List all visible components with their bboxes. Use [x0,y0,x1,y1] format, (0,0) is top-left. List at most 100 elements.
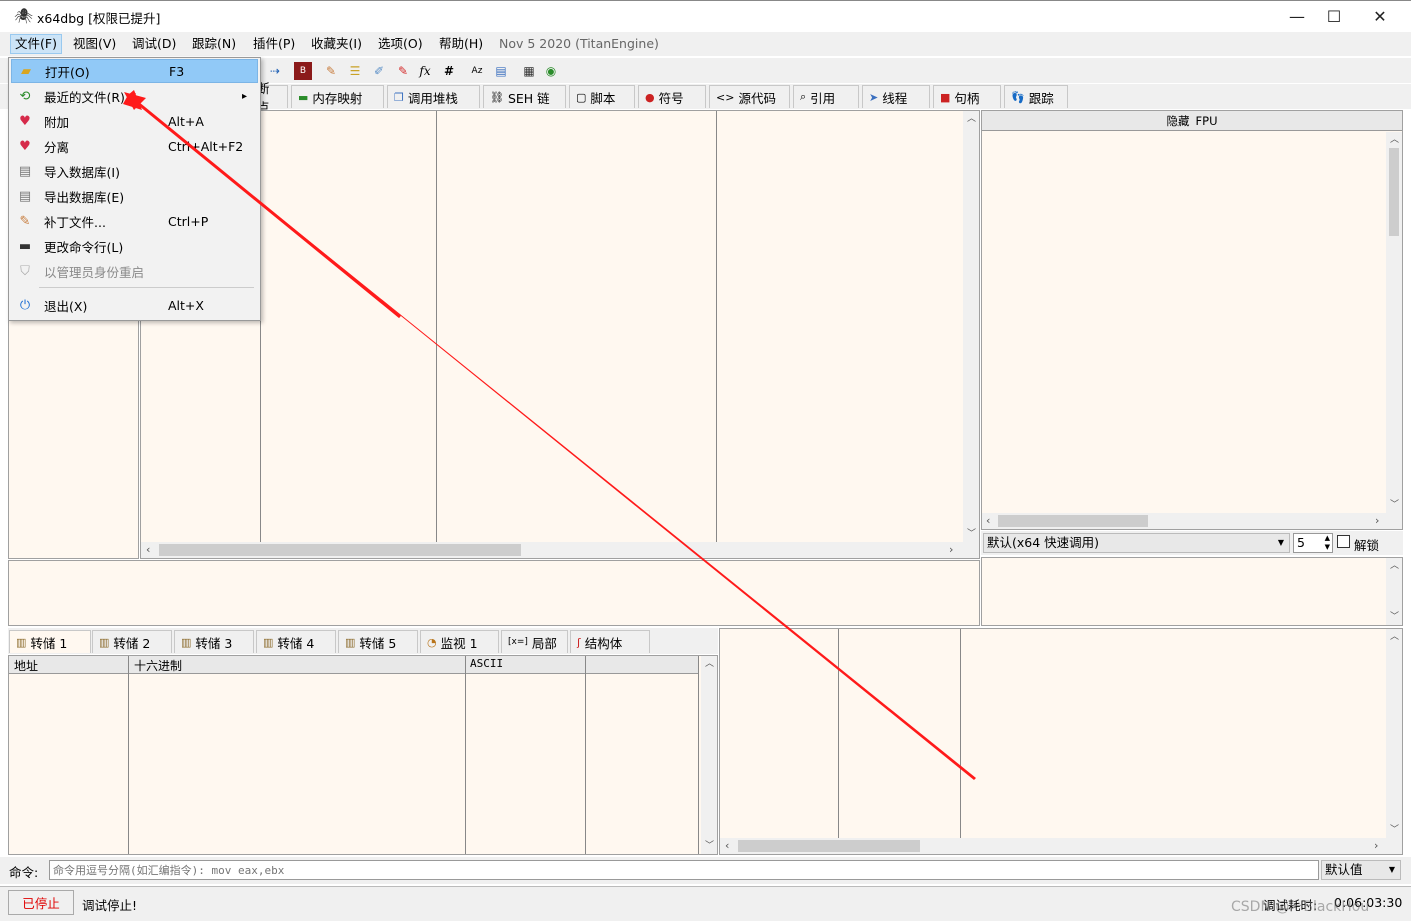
font-icon[interactable]: Aᴢ [468,62,486,80]
memory-icon: ▬ [298,90,309,104]
tab-trace[interactable]: 👣 跟踪 [1004,85,1068,108]
menu-options[interactable]: 选项(O) [374,34,427,54]
horizontal-scrollbar[interactable]: ‹ › [141,542,979,558]
tab-threads[interactable]: ➤ 线程 [862,85,930,108]
globe-icon[interactable]: ◉ [542,62,560,80]
registers-vertical-scrollbar[interactable]: ︿ ﹀ [1386,132,1402,513]
tab-struct[interactable]: ʃ 结构体 [570,630,650,653]
patch-icon: ✎ [19,213,31,229]
bookmark-icon[interactable]: ✎ [394,62,412,80]
tab-handles[interactable]: ■ 句柄 [933,85,1001,108]
stack-vertical-scrollbar[interactable]: ︿ ﹀ [1386,629,1402,838]
scroll-down-icon[interactable]: ﹀ [1390,612,1399,622]
menu-item-exit[interactable]: ⏻ 退出(X) Alt+X [11,293,258,317]
unlock-checkbox[interactable] [1337,535,1350,548]
scroll-up-icon[interactable]: ︿ [1390,135,1399,145]
menu-trace[interactable]: 跟踪(N) [188,34,240,54]
tab-locals[interactable]: [x=] 局部 [501,630,568,653]
menu-item-patch-file[interactable]: ✎ 补丁文件... Ctrl+P [11,209,258,233]
menu-item-open[interactable]: ▰ 打开(O) F3 [11,59,258,83]
menu-favourites[interactable]: 收藏夹(I) [307,34,366,54]
arguments-vertical-scrollbar[interactable]: ︿ ﹀ [1386,558,1402,625]
tab-watch-1[interactable]: ◔ 监视 1 [420,630,499,653]
menu-item-attach[interactable]: ♥ 附加 Alt+A [11,109,258,133]
column-ascii[interactable]: ASCII [470,657,503,670]
calculator-icon[interactable]: ▦ [520,62,538,80]
maximize-button[interactable]: ☐ [1311,1,1357,32]
shield-icon: ⛉ [20,263,30,279]
dump-vertical-scrollbar[interactable]: ︿ ﹀ [701,656,717,854]
scroll-right-icon[interactable]: › [1374,840,1378,851]
calling-convention-select[interactable]: 默认(x64 快速调用) ▼ [983,533,1290,553]
menu-help[interactable]: 帮助(H) [435,34,487,54]
scroll-right-icon[interactable]: › [1375,515,1379,526]
stack-horizontal-scrollbar[interactable]: ‹ › [720,838,1402,854]
tab-dump-2[interactable]: ▥ 转储 2 [92,630,172,653]
menu-debug[interactable]: 调试(D) [128,34,180,54]
column-hex[interactable]: 十六进制 [134,657,182,674]
fpu-label[interactable]: FPU [1196,114,1218,128]
tab-dump-1[interactable]: ▥ 转储 1 [9,630,91,653]
hash-icon[interactable]: # [440,62,458,80]
scroll-up-icon[interactable]: ︿ [705,659,714,669]
scroll-left-icon[interactable]: ‹ [146,544,150,555]
scroll-left-icon[interactable]: ‹ [986,515,990,526]
scroll-thumb[interactable] [998,515,1148,527]
scroll-down-icon[interactable]: ﹀ [1390,500,1399,510]
column-address[interactable]: 地址 [14,657,38,674]
scroll-down-icon[interactable]: ﹀ [705,841,714,851]
tab-symbols[interactable]: ● 符号 [638,85,706,108]
menu-item-import-database[interactable]: ▤ 导入数据库(I) [11,159,258,183]
tab-dump-4[interactable]: ▥ 转储 4 [256,630,336,653]
dump-pane[interactable]: 地址 十六进制 ASCII ︿ ﹀ [8,655,718,855]
comment-icon[interactable]: ☰ [346,62,364,80]
version-label: Nov 5 2020 (TitanEngine) [499,36,659,51]
tab-source[interactable]: <> 源代码 [709,85,790,108]
stack-pane[interactable]: ︿ ﹀ ‹ › [719,628,1403,855]
menu-view[interactable]: 视图(V) [69,34,120,54]
tab-script[interactable]: ▢ 脚本 [569,85,635,108]
tab-dump-3[interactable]: ▥ 转储 3 [174,630,254,653]
menu-file[interactable]: 文件(F) [10,34,62,54]
arguments-pane[interactable]: ︿ ﹀ [981,557,1403,626]
scroll-thumb[interactable] [1389,148,1399,236]
scroll-thumb[interactable] [159,544,521,556]
label-icon[interactable]: ✐ [370,62,388,80]
scroll-up-icon[interactable]: ︿ [967,114,976,124]
watermark: CSDN @一BlackHou [1231,899,1370,915]
menu-item-export-database[interactable]: ▤ 导出数据库(E) [11,184,258,208]
tab-references[interactable]: ⌕ 引用 [793,85,859,108]
menu-item-restart-as-admin[interactable]: ⛉ 以管理员身份重启 [11,259,258,283]
menu-item-change-command-line[interactable]: ▬ 更改命令行(L) [11,234,258,258]
menu-plugins[interactable]: 插件(P) [249,34,299,54]
scroll-down-icon[interactable]: ﹀ [967,529,976,539]
scroll-down-icon[interactable]: ﹀ [1390,825,1399,835]
tab-seh-chain[interactable]: ⛓ SEH 链 [483,85,566,108]
breakpoint-icon[interactable]: B [294,62,312,80]
document-icon[interactable]: ▤ [492,62,510,80]
arg-count-spinner[interactable]: 5 ▲ ▼ [1293,533,1333,553]
close-button[interactable]: ✕ [1357,1,1403,32]
command-input[interactable] [49,860,1319,880]
spinner-arrows-icon[interactable]: ▲ ▼ [1325,534,1330,552]
scroll-up-icon[interactable]: ︿ [1390,561,1399,571]
command-mode-select[interactable]: 默认值 ▼ [1321,860,1401,880]
tab-memory-map[interactable]: ▬ 内存映射 [291,85,384,108]
registers-pane[interactable]: 隐藏 FPU ︿ ﹀ ‹ › [981,110,1403,530]
menu-separator [39,287,254,288]
scroll-up-icon[interactable]: ︿ [1390,632,1399,642]
hide-fpu-toggle[interactable]: 隐藏 [1167,113,1190,129]
function-icon[interactable]: fx [416,62,434,80]
menu-item-recent-files[interactable]: ⟲ 最近的文件(R) ▸ [11,84,258,108]
menu-item-detach[interactable]: ♥ 分离 Ctrl+Alt+F2 [11,134,258,158]
vertical-scrollbar[interactable]: ︿ ﹀ [963,111,979,542]
tab-call-stack[interactable]: ❐ 调用堆栈 [387,85,480,108]
scroll-right-icon[interactable]: › [949,544,953,555]
registers-horizontal-scrollbar[interactable]: ‹ › [982,513,1402,529]
disassembly-pane[interactable]: ︿ ﹀ ‹ › [140,110,980,559]
patch-icon[interactable]: ✎ [322,62,340,80]
scroll-left-icon[interactable]: ‹ [725,840,729,851]
tab-dump-5[interactable]: ▥ 转储 5 [338,630,418,653]
scroll-thumb[interactable] [738,840,920,852]
dump-tab-bar: ▥ 转储 1 ▥ 转储 2 ▥ 转储 3 ▥ 转储 4 ▥ 转储 5 ◔ 监视 1 [x=]… [8,628,718,654]
